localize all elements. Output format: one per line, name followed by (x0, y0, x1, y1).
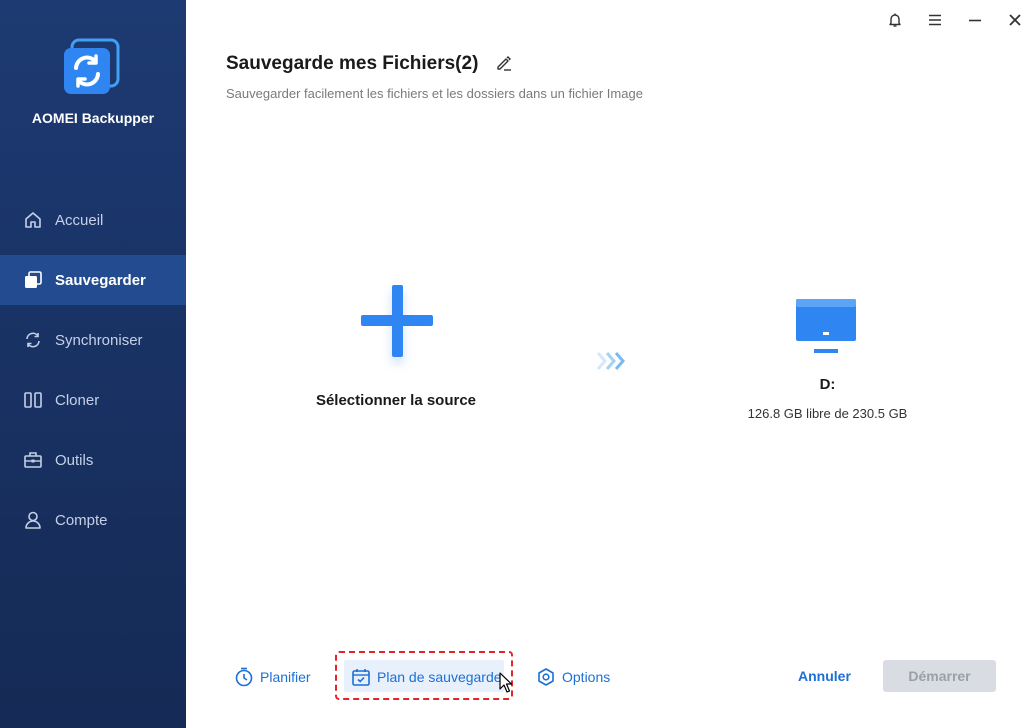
direction-arrows-icon (596, 351, 628, 371)
clone-icon (23, 390, 43, 410)
sidebar-item-label: Compte (55, 511, 108, 529)
sidebar-item-label: Synchroniser (55, 331, 143, 349)
destination-label: D: (819, 376, 836, 393)
clock-icon (234, 667, 254, 687)
select-destination-button[interactable]: D: 126.8 GB libre de 230.5 GB (725, 292, 930, 432)
home-icon (23, 210, 43, 230)
sidebar-item-label: Outils (55, 451, 94, 469)
app-name: AOMEI Backupper (31, 110, 155, 126)
schedule-label: Planifier (260, 669, 311, 685)
minimize-icon[interactable] (965, 10, 985, 30)
sidebar-item-compte[interactable]: Compte (0, 495, 186, 545)
backup-icon (23, 270, 43, 290)
bell-icon[interactable] (885, 10, 905, 30)
sidebar-item-label: Sauvegarder (55, 271, 146, 289)
start-button[interactable]: Démarrer (883, 660, 996, 692)
schedule-button[interactable]: Planifier (234, 662, 311, 692)
select-source-button[interactable]: Sélectionner la source (300, 280, 492, 420)
options-gear-icon (536, 667, 556, 687)
sidebar-item-cloner[interactable]: Cloner (0, 375, 186, 425)
app-logo-icon (62, 38, 122, 98)
sync-icon (23, 330, 43, 350)
edit-icon[interactable] (495, 54, 513, 72)
mouse-cursor-icon (499, 672, 513, 694)
user-icon (23, 510, 43, 530)
cancel-button[interactable]: Annuler (798, 668, 851, 684)
tools-icon (23, 450, 43, 470)
sidebar-item-label: Cloner (55, 391, 100, 409)
sidebar-item-synchroniser[interactable]: Synchroniser (0, 315, 186, 365)
sidebar-item-label: Accueil (55, 211, 104, 229)
sidebar: AOMEI Backupper Accueil Sauvegarder Sync… (0, 0, 186, 728)
page-subtitle: Sauvegarder facilement les fichiers et l… (226, 86, 643, 101)
options-label: Options (562, 669, 611, 685)
source-label: Sélectionner la source (315, 392, 477, 409)
close-icon[interactable] (1005, 10, 1025, 30)
sidebar-item-accueil[interactable]: Accueil (0, 195, 186, 245)
monitor-icon (796, 299, 856, 355)
sidebar-item-outils[interactable]: Outils (0, 435, 186, 485)
options-button[interactable]: Options (536, 662, 610, 692)
highlight-annotation (335, 651, 513, 700)
page-title: Sauvegarde mes Fichiers(2) (226, 53, 479, 74)
menu-icon[interactable] (925, 10, 945, 30)
destination-free-space: 126.8 GB libre de 230.5 GB (747, 406, 908, 421)
sidebar-item-sauvegarder[interactable]: Sauvegarder (0, 255, 186, 305)
plus-icon-bar (361, 315, 433, 326)
